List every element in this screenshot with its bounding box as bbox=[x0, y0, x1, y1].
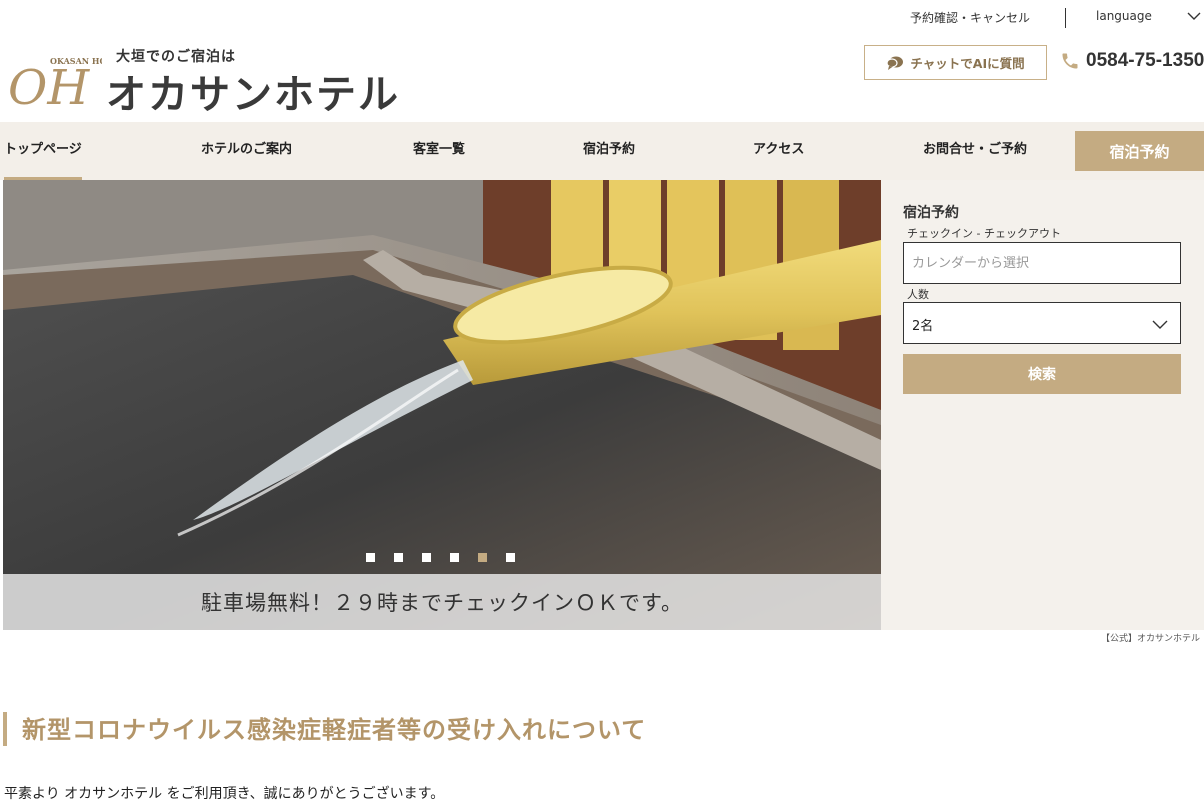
hero-slider[interactable]: 駐車場無料！２９時までチェックインＯＫです。 bbox=[3, 180, 881, 630]
booking-title: 宿泊予約 bbox=[903, 205, 959, 221]
date-range-input[interactable] bbox=[903, 242, 1181, 284]
site-logo[interactable]: OKASAN HOTEL OH 大垣でのご宿泊は オカサンホテル bbox=[6, 46, 406, 118]
hotel-logo-mark: OKASAN HOTEL OH bbox=[8, 56, 102, 108]
guests-select[interactable]: 2名 bbox=[903, 302, 1181, 344]
nav-item-label: お問合せ・ご予約 bbox=[923, 142, 1028, 157]
nav-item-label: 客室一覧 bbox=[413, 142, 466, 157]
notice-body: 平素より オカサンホテル をご利用頂き、誠にありがとうございます。 bbox=[4, 786, 445, 802]
language-selector[interactable]: language bbox=[1096, 9, 1152, 23]
hero-image bbox=[3, 180, 881, 630]
phone-icon bbox=[1062, 53, 1078, 69]
phone-number[interactable]: 0584-75-1350 bbox=[1060, 50, 1204, 72]
slider-dot[interactable] bbox=[422, 553, 431, 562]
dates-label: チェックイン - チェックアウト bbox=[907, 227, 1061, 240]
chevron-down-icon[interactable] bbox=[1186, 8, 1202, 24]
slider-dot[interactable] bbox=[394, 553, 403, 562]
main-nav: トップページ ホテルのご案内 客室一覧 宿泊予約 アクセス お問合せ・ご予約 宿… bbox=[0, 122, 1204, 180]
nav-item-label: 宿泊予約 bbox=[583, 142, 636, 157]
utility-divider bbox=[1065, 8, 1066, 28]
slider-dot[interactable] bbox=[450, 553, 459, 562]
notice-accent-bar bbox=[3, 712, 7, 746]
nav-item-top[interactable]: トップページ bbox=[4, 122, 82, 180]
nav-item-label: ホテルのご案内 bbox=[201, 142, 293, 157]
slider-dot-active[interactable] bbox=[478, 553, 487, 562]
slider-dot[interactable] bbox=[506, 553, 515, 562]
nav-book-button[interactable]: 宿泊予約 bbox=[1075, 131, 1204, 171]
phone-number-text: 0584-75-1350 bbox=[1086, 50, 1204, 71]
official-site-note: 【公式】オカサンホテル bbox=[1100, 634, 1200, 644]
booking-widget: 宿泊予約 チェックイン - チェックアウト 人数 2名 検索 bbox=[881, 180, 1204, 630]
nav-item-label: アクセス bbox=[753, 142, 805, 157]
slider-dots bbox=[366, 553, 515, 562]
chevron-down-icon bbox=[1152, 320, 1168, 329]
nav-item-contact[interactable]: お問合せ・ご予約 bbox=[923, 122, 1027, 180]
nav-item-reservation[interactable]: 宿泊予約 bbox=[583, 122, 635, 180]
nav-item-label: トップページ bbox=[4, 142, 82, 157]
nav-item-access[interactable]: アクセス bbox=[753, 122, 804, 180]
chat-bubble-icon bbox=[886, 56, 904, 70]
guests-label: 人数 bbox=[907, 288, 929, 301]
utility-bar: 予約確認・キャンセル language bbox=[0, 0, 1204, 36]
guests-value: 2名 bbox=[912, 319, 934, 334]
nav-item-rooms[interactable]: 客室一覧 bbox=[413, 122, 465, 180]
slider-dot[interactable] bbox=[366, 553, 375, 562]
chat-ai-label: チャットでAIに質問 bbox=[910, 56, 1025, 71]
logo-hotel-name: オカサンホテル bbox=[106, 72, 400, 118]
chat-ai-button[interactable]: チャットでAIに質問 bbox=[864, 45, 1047, 80]
reservation-confirm-link[interactable]: 予約確認・キャンセル bbox=[910, 9, 1030, 26]
logo-initials: OH bbox=[8, 60, 90, 108]
nav-item-hotel-info[interactable]: ホテルのご案内 bbox=[201, 122, 292, 180]
search-button[interactable]: 検索 bbox=[903, 354, 1181, 394]
notice-heading: 新型コロナウイルス感染症軽症者等の受け入れについて bbox=[22, 716, 647, 744]
hero-caption: 駐車場無料！２９時までチェックインＯＫです。 bbox=[3, 574, 881, 630]
